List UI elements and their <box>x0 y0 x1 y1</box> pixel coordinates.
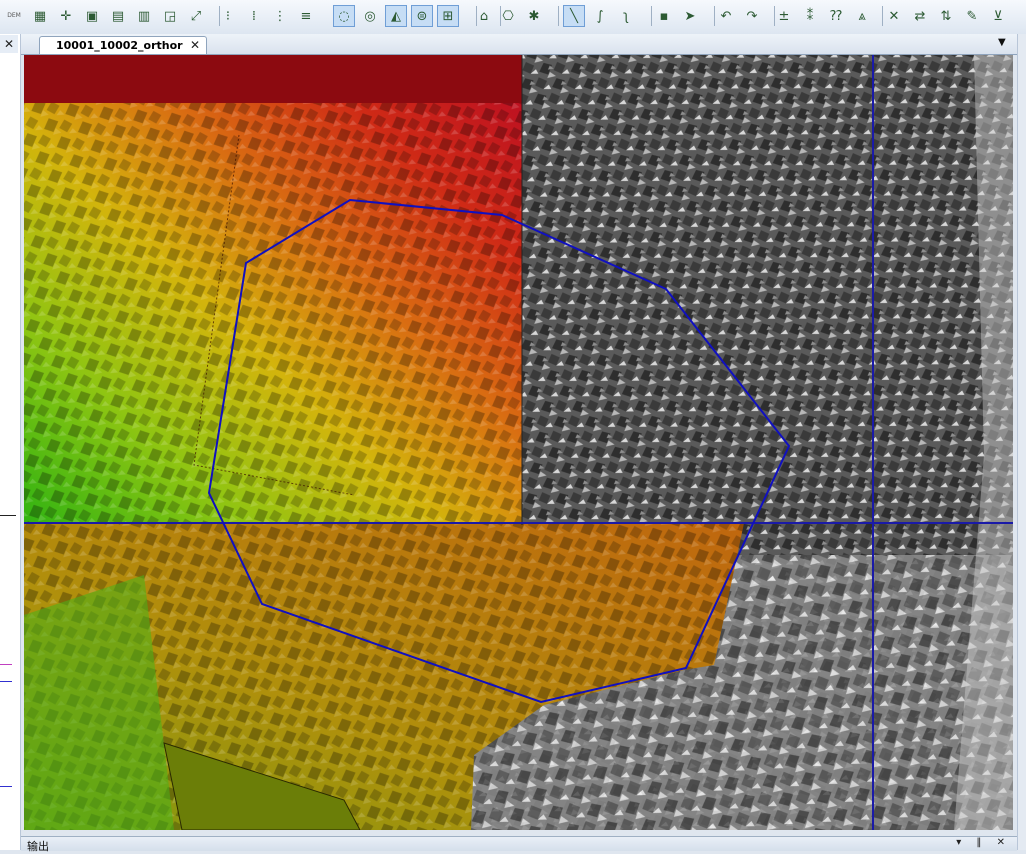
add-point-glyph: ± <box>778 8 790 24</box>
select-add-glyph: ➤ <box>684 8 696 24</box>
dem-texture-upper <box>24 55 522 525</box>
target-icon[interactable]: ◎ <box>359 5 381 27</box>
dem-red-band <box>24 55 522 103</box>
grid-1-icon[interactable]: ⁝ <box>217 5 239 27</box>
cone-glyph: ◭ <box>391 8 401 24</box>
image-3-glyph: ▤ <box>111 8 125 24</box>
image-5-glyph: ◲ <box>163 8 177 24</box>
layer-stack-glyph: ⊞ <box>442 8 454 24</box>
curve-draw-2-icon[interactable]: ʅ <box>615 5 637 27</box>
tag-glyph: ⌂ <box>479 8 489 24</box>
question-point-glyph: ⁇ <box>830 8 842 24</box>
swap-vertical-glyph: ⇅ <box>940 8 952 24</box>
gutter-line-black <box>0 515 16 516</box>
left-panel <box>0 34 21 850</box>
dem-dem-glyph: DEM <box>7 12 21 19</box>
swap-horizontal-icon[interactable]: ⇄ <box>909 5 931 27</box>
line-draw-icon[interactable]: ╲ <box>563 5 585 27</box>
grid-2-icon[interactable]: ⁞ <box>243 5 265 27</box>
dem-dem-icon[interactable]: DEM <box>3 5 25 27</box>
image-4-icon[interactable]: ▥ <box>133 5 155 27</box>
marker-glyph: ✱ <box>528 8 540 24</box>
edit-doc-icon[interactable]: ✎ <box>961 5 983 27</box>
left-panel-close-icon[interactable]: ✕ <box>0 35 18 53</box>
gutter-line-blue-1 <box>0 681 12 682</box>
layer-ellipse-icon[interactable]: ⊜ <box>411 5 433 27</box>
target-glyph: ◎ <box>364 8 376 24</box>
insert-point-icon[interactable]: ⁑ <box>799 5 821 27</box>
cone-icon[interactable]: ◭ <box>385 5 407 27</box>
image-2-icon[interactable]: ▣ <box>81 5 103 27</box>
line-draw-glyph: ╲ <box>570 8 578 24</box>
filter-icon[interactable]: ⊻ <box>987 5 1009 27</box>
curve-draw-glyph: ∫ <box>596 8 604 24</box>
view-3d-icon[interactable]: ⎔ <box>497 5 519 27</box>
tab-label: 10001_10002_orthor <box>56 39 183 52</box>
toolbar-separator-5 <box>651 6 652 26</box>
layer-ellipse-glyph: ⊜ <box>416 8 428 24</box>
toolbar-separator-4 <box>558 6 559 26</box>
image-1-glyph: ▦ <box>33 8 47 24</box>
edit-doc-glyph: ✎ <box>966 8 978 24</box>
delete-point-glyph: ✕ <box>888 8 900 24</box>
fullscreen-glyph: ⤢ <box>190 8 202 24</box>
tab-close-icon[interactable]: ✕ <box>190 38 200 52</box>
layer-stack-icon[interactable]: ⊞ <box>437 5 459 27</box>
select-add-icon[interactable]: ➤ <box>679 5 701 27</box>
point-insert-glyph: ✛ <box>60 8 72 24</box>
curve-draw-icon[interactable]: ∫ <box>589 5 611 27</box>
delete-point-icon[interactable]: ✕ <box>883 5 905 27</box>
grid-4-glyph: ≡ <box>300 8 312 24</box>
insert-point-glyph: ⁑ <box>806 8 814 24</box>
document-tab-strip: 10001_10002_orthor ✕ ▼ <box>21 34 1017 55</box>
marker-icon[interactable]: ✱ <box>523 5 545 27</box>
circle-select-glyph: ◌ <box>338 8 350 24</box>
tab-10001-10002-orthor[interactable]: 10001_10002_orthor ✕ <box>39 36 207 54</box>
elevation-glyph: ⩓ <box>858 8 866 24</box>
undo-icon[interactable]: ↶ <box>715 5 737 27</box>
grid-3-icon[interactable]: ⋮ <box>269 5 291 27</box>
grid-3-glyph: ⋮ <box>273 8 287 24</box>
map-canvas[interactable] <box>24 55 1013 830</box>
point-insert-icon[interactable]: ✛ <box>55 5 77 27</box>
grid-4-icon[interactable]: ≡ <box>295 5 317 27</box>
swap-horizontal-glyph: ⇄ <box>914 8 926 24</box>
right-panel-strip <box>1017 34 1026 850</box>
tag-icon[interactable]: ⌂ <box>473 5 495 27</box>
save-icon[interactable]: ▪ <box>653 5 675 27</box>
gutter-line-magenta <box>0 664 12 665</box>
swap-vertical-icon[interactable]: ⇅ <box>935 5 957 27</box>
fullscreen-icon[interactable]: ⤢ <box>185 5 207 27</box>
question-point-icon[interactable]: ⁇ <box>825 5 847 27</box>
view-3d-glyph: ⎔ <box>502 8 514 24</box>
redo-icon[interactable]: ↷ <box>741 5 763 27</box>
undo-glyph: ↶ <box>720 8 732 24</box>
image-4-glyph: ▥ <box>137 8 151 24</box>
gutter-line-blue-2 <box>0 786 12 787</box>
add-point-icon[interactable]: ± <box>773 5 795 27</box>
redo-glyph: ↷ <box>746 8 758 24</box>
output-panel: 输出 ▾ ‖ ✕ <box>21 836 1017 853</box>
circle-select-icon[interactable]: ◌ <box>333 5 355 27</box>
elevation-icon[interactable]: ⩓ <box>851 5 873 27</box>
output-panel-controls[interactable]: ▾ ‖ ✕ <box>956 837 1011 848</box>
grid-2-glyph: ⁞ <box>251 8 257 24</box>
image-5-icon[interactable]: ◲ <box>159 5 181 27</box>
image-3-icon[interactable]: ▤ <box>107 5 129 27</box>
image-2-glyph: ▣ <box>85 8 99 24</box>
grid-1-glyph: ⁝ <box>225 8 231 24</box>
save-glyph: ▪ <box>659 8 669 24</box>
output-panel-title: 输出 <box>27 840 49 853</box>
filter-glyph: ⊻ <box>993 8 1003 24</box>
tab-list-dropdown-icon[interactable]: ▼ <box>998 37 1006 48</box>
main-toolbar: DEM ▦ ✛ ▣ ▤ ▥ ◲ ⤢ ⁝ ⁞ ⋮ ≡ ◌ ◎ ◭ ⊜ ⊞ ⌂ ⎔ ✱ ╲ ∫ ʅ ▪ ➤ ↶ ↷ ± ⁑ ⁇ ⩓ ✕ ⇄ ⇅ ✎ ⊻ <box>0 0 1026 35</box>
image-1-icon[interactable]: ▦ <box>29 5 51 27</box>
curve-draw-2-glyph: ʅ <box>623 8 629 24</box>
